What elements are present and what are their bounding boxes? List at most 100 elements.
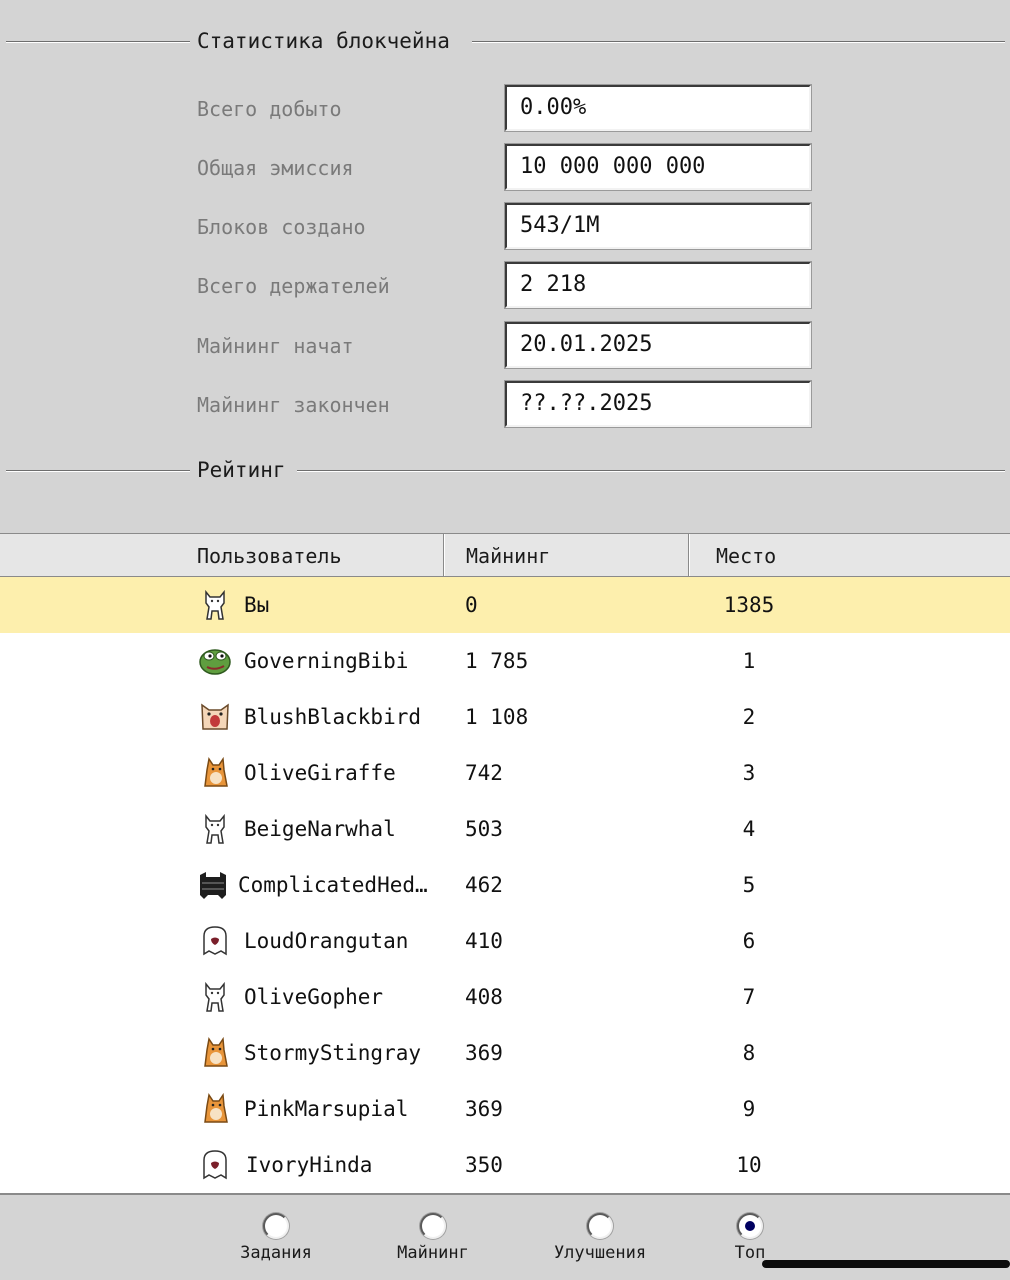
user-place: 4 (742, 817, 756, 841)
user-place: 3 (742, 761, 756, 785)
column-header-place[interactable]: Место (716, 534, 776, 576)
stat-label: Блоков создано (197, 215, 366, 239)
table-row[interactable]: BeigeNarwhal 503 4 (0, 801, 1010, 857)
stat-value-field: 10 000 000 000 (504, 143, 812, 191)
user-name: OliveGiraffe (244, 761, 396, 785)
cat-icon (198, 588, 232, 622)
nav-tab-tasks[interactable]: Задания (226, 1209, 326, 1275)
rating-title: Рейтинг (197, 458, 286, 482)
cat-icon (198, 812, 232, 846)
nav-label: Майнинг (397, 1243, 469, 1263)
stat-row-holders: Всего держателей 2 218 (0, 261, 1010, 310)
stat-label: Всего держателей (197, 274, 390, 298)
stat-row-mining-ended: Майнинг закончен ??.??.2025 (0, 380, 1010, 429)
black-cat-icon (196, 868, 230, 902)
user-place: 8 (742, 1041, 756, 1065)
user-name: IvoryHinda (246, 1153, 373, 1177)
shiba-icon (198, 1036, 232, 1070)
stat-value-field: 543/1M (504, 202, 812, 250)
group-divider (6, 470, 190, 471)
stat-row-mining-started: Майнинг начат 20.01.2025 (0, 321, 1010, 370)
radio-button[interactable] (587, 1213, 613, 1239)
user-name: BeigeNarwhal (244, 817, 396, 841)
user-mining: 0 (465, 593, 478, 617)
stat-value-field: ??.??.2025 (504, 380, 812, 428)
radio-button-selected[interactable] (737, 1213, 763, 1239)
group-divider (6, 41, 190, 42)
table-row[interactable]: BlushBlackbird 1 108 2 (0, 689, 1010, 745)
stats-group-header: Статистика блокчейна (0, 29, 1010, 53)
user-name: Вы (244, 593, 270, 617)
stat-row-emission: Общая эмиссия 10 000 000 000 (0, 143, 1010, 192)
stat-label: Майнинг начат (197, 334, 354, 358)
table-row-current-user[interactable]: Вы 0 1385 (0, 577, 1010, 633)
ghost-icon (198, 924, 232, 958)
shiba-icon (198, 1092, 232, 1126)
screaming-cat-icon (198, 700, 232, 734)
user-mining: 742 (465, 761, 503, 785)
user-mining: 408 (465, 985, 503, 1009)
user-place: 7 (742, 985, 756, 1009)
user-place: 1 (742, 649, 756, 673)
app-window: Статистика блокчейна Всего добыто 0.00% … (0, 0, 1010, 1280)
table-row[interactable]: IvoryHinda 350 10 (0, 1137, 1010, 1193)
user-name: BlushBlackbird (244, 705, 422, 729)
user-name: PinkMarsupial (244, 1097, 409, 1121)
column-separator[interactable] (443, 534, 444, 576)
user-name: OliveGopher (244, 985, 384, 1009)
group-divider (472, 41, 1005, 42)
stat-label: Майнинг закончен (197, 393, 390, 417)
table-row[interactable]: ComplicatedHed… 462 5 (0, 857, 1010, 913)
ghost-icon (198, 1148, 232, 1182)
user-mining: 350 (465, 1153, 503, 1177)
cat-icon (198, 980, 232, 1014)
user-place: 6 (742, 929, 756, 953)
user-mining: 503 (465, 817, 503, 841)
user-mining: 369 (465, 1097, 503, 1121)
user-mining: 1 108 (465, 705, 529, 729)
table-row[interactable]: OliveGiraffe 742 3 (0, 745, 1010, 801)
table-row[interactable]: StormyStingray 369 8 (0, 1025, 1010, 1081)
stat-row-blocks: Блоков создано 543/1M (0, 202, 1010, 251)
user-mining: 462 (465, 873, 503, 897)
rating-table: Пользователь Майнинг Место Вы 0 1385 Gov… (0, 533, 1010, 1193)
user-place: 10 (736, 1153, 762, 1177)
column-header-user[interactable]: Пользователь (197, 534, 342, 576)
stat-value-field: 2 218 (504, 261, 812, 309)
column-header-mining[interactable]: Майнинг (466, 534, 550, 576)
stats-title: Статистика блокчейна (197, 29, 450, 53)
stat-value-field: 20.01.2025 (504, 321, 812, 369)
user-mining: 410 (465, 929, 503, 953)
user-name: ComplicatedHed… (238, 873, 428, 897)
stat-value-field: 0.00% (504, 84, 812, 132)
column-separator[interactable] (688, 534, 689, 576)
table-row[interactable]: LoudOrangutan 410 6 (0, 913, 1010, 969)
nav-tab-upgrades[interactable]: Улучшения (540, 1209, 660, 1275)
user-place: 9 (742, 1097, 756, 1121)
table-row[interactable]: GoverningBibi 1 785 1 (0, 633, 1010, 689)
radio-button[interactable] (420, 1213, 446, 1239)
stat-row-mined: Всего добыто 0.00% (0, 84, 1010, 133)
home-indicator[interactable] (762, 1260, 1010, 1268)
user-name: StormyStingray (244, 1041, 422, 1065)
table-row[interactable]: OliveGopher 408 7 (0, 969, 1010, 1025)
shiba-icon (198, 756, 232, 790)
frog-icon (198, 644, 232, 678)
table-header: Пользователь Майнинг Место (0, 533, 1010, 577)
stat-label: Всего добыто (197, 97, 342, 121)
nav-tab-mining[interactable]: Майнинг (383, 1209, 483, 1275)
nav-label: Задания (240, 1243, 312, 1263)
rating-group-header: Рейтинг (0, 458, 1010, 482)
stat-label: Общая эмиссия (197, 156, 354, 180)
user-mining: 369 (465, 1041, 503, 1065)
group-divider (297, 470, 1005, 471)
user-name: LoudOrangutan (244, 929, 409, 953)
user-place: 5 (742, 873, 756, 897)
user-place: 1385 (723, 593, 775, 617)
radio-button[interactable] (263, 1213, 289, 1239)
user-mining: 1 785 (465, 649, 529, 673)
user-place: 2 (742, 705, 756, 729)
table-row[interactable]: PinkMarsupial 369 9 (0, 1081, 1010, 1137)
user-name: GoverningBibi (244, 649, 409, 673)
nav-label: Улучшения (553, 1243, 647, 1263)
